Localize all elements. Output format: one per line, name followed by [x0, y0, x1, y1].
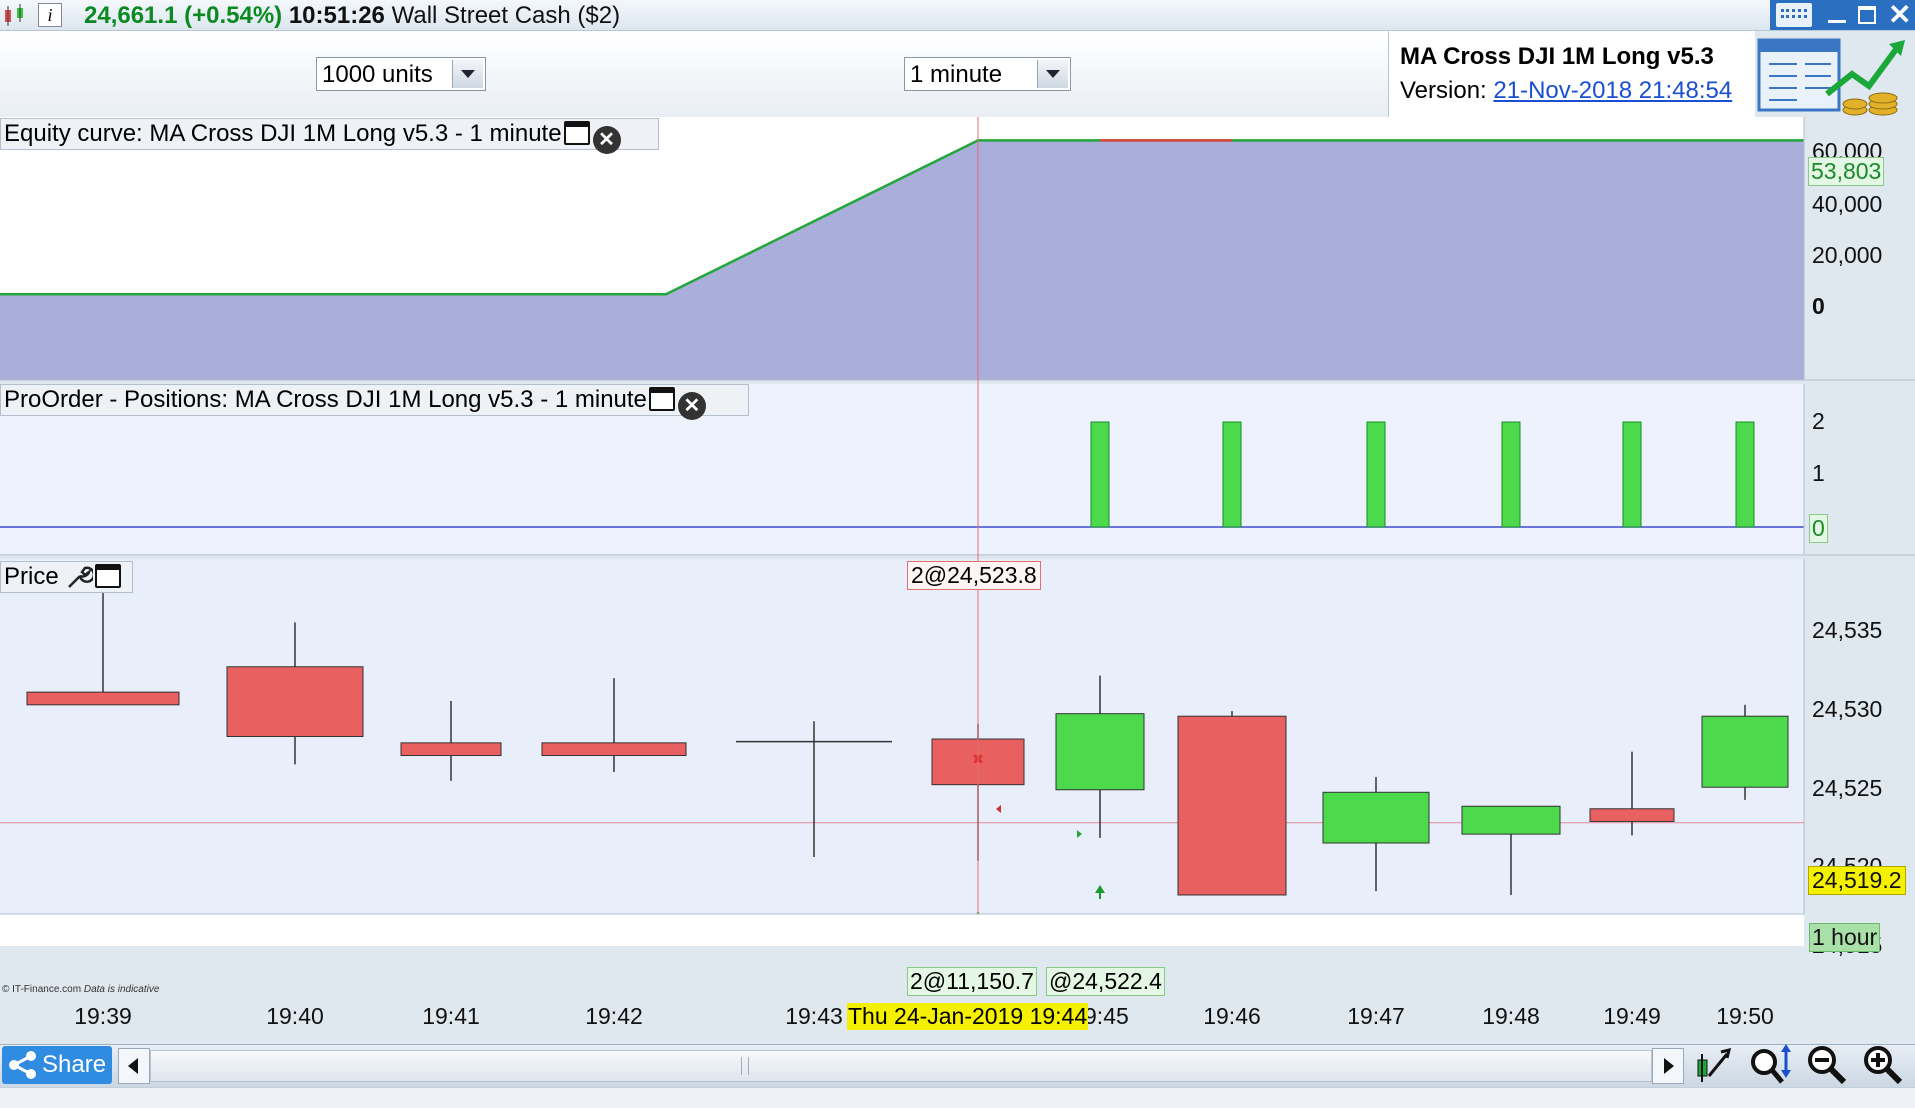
x-tick: 19:46	[1203, 1003, 1261, 1029]
instrument-quote: 24,661.1 (+0.54%) 10:51:26 Wall Street C…	[84, 2, 620, 30]
backtest-report-icon[interactable]	[1757, 34, 1909, 116]
minimize-icon[interactable]	[1828, 20, 1846, 23]
system-version: Version: 21-Nov-2018 21:48:54	[1400, 77, 1732, 105]
scroll-right-button[interactable]	[1652, 1048, 1684, 1084]
equity-panel-label: Equity curve: MA Cross DJI 1M Long v5.3 …	[0, 118, 659, 154]
order-label-top: 2@24,523.8	[907, 561, 1041, 590]
system-name: MA Cross DJI 1M Long v5.3	[1400, 43, 1714, 70]
share-label: Share	[42, 1051, 107, 1078]
wrench-icon[interactable]	[65, 563, 96, 589]
order-label-bottom-b: @24,522.4	[1046, 967, 1165, 996]
maximize-panel-icon[interactable]	[563, 121, 590, 145]
copyright-text: © IT-Finance.com	[2, 984, 82, 995]
version-date-link[interactable]: 21-Nov-2018 21:48:54	[1493, 77, 1732, 104]
maximize-panel-icon[interactable]	[95, 564, 122, 588]
candle-down[interactable]	[541, 742, 687, 757]
positions-current-value: 0	[1809, 514, 1828, 543]
order-label-bottom-a: 2@11,150.7	[907, 967, 1037, 996]
info-icon[interactable]: i	[38, 3, 62, 27]
candle-up[interactable]	[1701, 715, 1789, 788]
system-info: MA Cross DJI 1M Long v5.3 Version: 21-No…	[1388, 31, 1755, 117]
units-select-value: 1000 units	[322, 61, 433, 88]
last-price: 24,661.1	[84, 2, 178, 29]
share-icon	[9, 1051, 36, 1079]
candle-down[interactable]	[400, 742, 502, 757]
close-panel-icon[interactable]: ✕	[677, 392, 706, 420]
position-bar[interactable]	[1501, 421, 1521, 528]
price-panel-title: Price	[4, 563, 59, 590]
x-tick: 19:50	[1716, 1003, 1774, 1029]
period-badge[interactable]: 1 hour	[1809, 923, 1881, 952]
candle-down[interactable]	[1589, 808, 1675, 822]
toolbar: 1000 units 1 minute	[0, 31, 1388, 118]
share-button[interactable]: Share	[2, 1046, 112, 1084]
timeframe-select-value: 1 minute	[910, 61, 1003, 88]
chevron-left-icon	[128, 1058, 138, 1074]
scroll-thumb-grip[interactable]	[741, 1057, 749, 1075]
chevron-right-icon	[1664, 1058, 1674, 1074]
zoom-in-icon[interactable]	[1862, 1044, 1904, 1086]
chevron-down-icon[interactable]	[452, 60, 483, 88]
title-bar: i 24,661.1 (+0.54%) 10:51:26 Wall Street…	[0, 0, 1915, 31]
zoom-range-icon[interactable]	[1748, 1044, 1792, 1086]
units-select[interactable]: 1000 units	[316, 57, 486, 91]
x-tick: 19:49	[1603, 1003, 1661, 1029]
scroll-left-button[interactable]	[118, 1048, 150, 1084]
x-tick: 19:42	[585, 1003, 643, 1029]
position-bar[interactable]	[1366, 421, 1386, 528]
position-bar[interactable]	[1622, 421, 1642, 528]
x-tick: 19:43	[785, 1003, 843, 1029]
cursor-date-label: Thu 24-Jan-2019 19:44	[847, 1003, 1089, 1030]
equity-tick: 40,000	[1812, 191, 1883, 217]
disclaimer-text: Data is indicative	[83, 984, 160, 995]
equity-current-value: 53,803	[1808, 157, 1885, 186]
position-bar[interactable]	[1222, 421, 1242, 528]
positions-panel-label: ProOrder - Positions: MA Cross DJI 1M Lo…	[0, 384, 749, 420]
position-bar[interactable]	[1090, 421, 1110, 528]
maximize-panel-icon[interactable]	[648, 387, 675, 411]
x-tick: 19:40	[266, 1003, 324, 1029]
price-change: (+0.54%)	[184, 2, 283, 29]
keyboard-icon[interactable]	[1776, 3, 1812, 27]
scroll-track[interactable]	[150, 1050, 1652, 1082]
candlestick-icon[interactable]	[2, 4, 28, 26]
quote-time: 10:51:26	[288, 2, 385, 29]
equity-tick: 20,000	[1812, 242, 1883, 268]
x-tick: 19:48	[1482, 1003, 1540, 1029]
candle-down[interactable]	[226, 666, 364, 738]
chevron-down-icon[interactable]	[1037, 60, 1068, 88]
candle-up[interactable]	[1055, 713, 1145, 791]
candle-down[interactable]	[26, 691, 180, 706]
version-label: Version:	[1400, 77, 1487, 104]
x-tick: 19:39	[74, 1003, 132, 1029]
copyright-note: © IT-Finance.com Data is indicative	[2, 984, 159, 995]
zoom-out-icon[interactable]	[1806, 1044, 1848, 1086]
current-price-badge: 24,519.2	[1808, 866, 1906, 895]
x-axis-bg	[0, 914, 1804, 946]
candle-up[interactable]	[1322, 791, 1430, 844]
auto-scale-icon[interactable]	[1693, 1046, 1733, 1086]
price-panel-label: Price	[0, 561, 133, 593]
candle-down[interactable]	[1177, 715, 1287, 896]
x-tick: 19:41	[422, 1003, 480, 1029]
positions-tick: 1	[1812, 460, 1825, 486]
status-bar	[0, 1087, 1915, 1108]
close-window-icon[interactable]: ✕	[1888, 0, 1911, 31]
x-tick: 19:47	[1347, 1003, 1405, 1029]
equity-panel-title: Equity curve: MA Cross DJI 1M Long v5.3 …	[4, 120, 562, 147]
price-tick: 24,525	[1812, 775, 1883, 801]
price-tick: 24,535	[1812, 617, 1883, 643]
positions-tick: 2	[1812, 408, 1825, 434]
equity-tick: 0	[1812, 293, 1825, 319]
restore-icon[interactable]	[1858, 6, 1876, 24]
close-panel-icon[interactable]: ✕	[592, 126, 621, 154]
positions-panel-title: ProOrder - Positions: MA Cross DJI 1M Lo…	[4, 386, 647, 413]
instrument-name: Wall Street Cash ($2)	[391, 2, 621, 29]
price-tick: 24,530	[1812, 696, 1883, 722]
position-bar[interactable]	[1735, 421, 1755, 528]
candle-up[interactable]	[1461, 805, 1561, 835]
timeframe-select[interactable]: 1 minute	[904, 57, 1071, 91]
window-controls: ✕	[1770, 0, 1915, 30]
